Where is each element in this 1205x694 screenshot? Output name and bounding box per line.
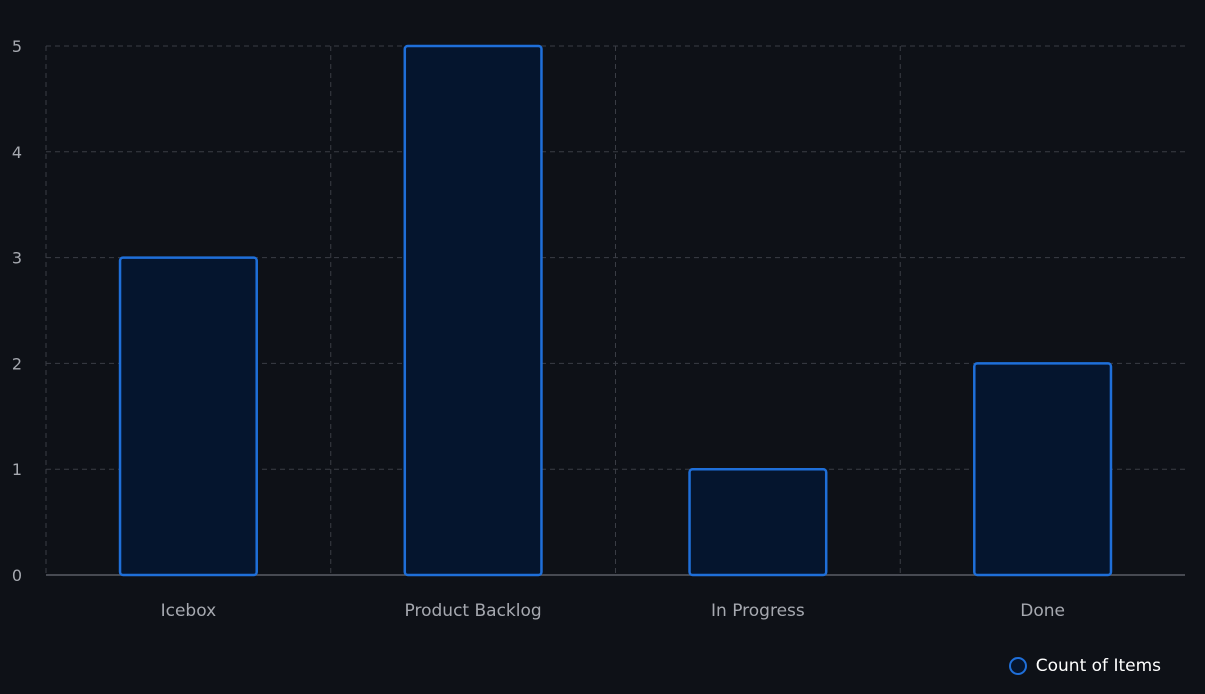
bar-icebox[interactable]	[118, 256, 258, 577]
bar-in-progress[interactable]	[688, 467, 828, 577]
x-tick-label: Product Backlog	[405, 601, 542, 621]
y-tick-label: 5	[12, 37, 22, 56]
y-tick-label: 3	[12, 249, 22, 268]
legend-item[interactable]: Count of Items	[1008, 656, 1161, 676]
y-tick-label: 2	[12, 354, 22, 373]
chart-container: 0 1 2 3 4 5 Icebox Product Backlog In Progress Do…	[0, 0, 1205, 690]
legend-label: Count of Items	[1035, 656, 1161, 676]
bar-done[interactable]	[973, 362, 1113, 577]
y-tick-label: 0	[12, 566, 22, 585]
bar-chart: 0 1 2 3 4 5 Icebox Product Backlog In Progress Do…	[12, 37, 1185, 621]
legend-swatch-icon	[1008, 657, 1027, 675]
x-tick-label: Icebox	[161, 601, 217, 621]
y-tick-label: 4	[12, 143, 22, 162]
x-tick-label: In Progress	[711, 601, 805, 621]
bar-product-backlog[interactable]	[403, 44, 543, 577]
y-tick-label: 1	[12, 460, 22, 479]
x-tick-label: Done	[1020, 601, 1065, 621]
